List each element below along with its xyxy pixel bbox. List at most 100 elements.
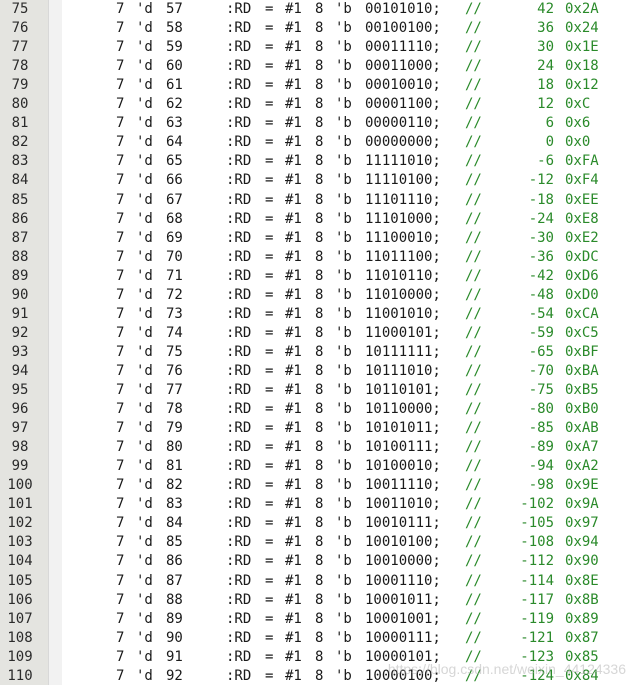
token-d: 'd [136, 572, 153, 589]
code-line[interactable]: 93 7 'd 75:RD = #1 8 'b 10111111; // -65 0xBF [0, 343, 636, 362]
comment-hex: 0x9E [565, 477, 599, 494]
code-line[interactable]: 91 7 'd 73:RD = #1 8 'b 11001010; // -54 0xCA [0, 305, 636, 324]
code-line[interactable]: 80 7 'd 62:RD = #1 8 'b 00001100; // 12 0xC [0, 95, 636, 114]
token-d: 'd [136, 77, 153, 94]
line-number: 99 [11, 458, 29, 475]
token-cm: // [465, 210, 482, 227]
token-d: 'd [136, 153, 153, 170]
line-number: 84 [11, 172, 29, 189]
code-line[interactable]: 82 7 'd 64:RD = #1 8 'b 00000000; // 0 0x0 [0, 133, 636, 152]
token-eq: = [265, 439, 274, 456]
code-line[interactable]: 109 7 'd 91:RD = #1 8 'b 10000101; // -123 0x85 [0, 648, 636, 667]
token-d: 'd [136, 134, 153, 151]
token-b: 'b [335, 153, 352, 170]
code-line[interactable]: 102 7 'd 84:RD = #1 8 'b 10010111; // -105 0x97 [0, 514, 636, 533]
token-w: 7 [116, 96, 125, 113]
line-number: 106 [7, 591, 33, 608]
token-cyc: #1 [285, 477, 302, 494]
code-line[interactable]: 83 7 'd 65:RD = #1 8 'b 11111010; // -6 0xFA [0, 152, 636, 171]
code-line[interactable]: 97 7 'd 79:RD = #1 8 'b 10101011; // -85 0xAB [0, 419, 636, 438]
code-line[interactable]: 99 7 'd 81:RD = #1 8 'b 10100010; // -94 0xA2 [0, 457, 636, 476]
comment-decimal: -65 [528, 343, 554, 360]
token-eq: = [265, 343, 274, 360]
token-b: 'b [335, 534, 352, 551]
code-line[interactable]: 95 7 'd 77:RD = #1 8 'b 10110101; // -75 0xB5 [0, 381, 636, 400]
token-d: 'd [136, 267, 153, 284]
code-line[interactable]: 77 7'd 59:RD = #1 8'b 00011110;//30 0x1E [0, 38, 636, 57]
token-b: 'b [335, 20, 352, 37]
code-line[interactable]: 75 7 'd 57:RD = #1 8 'b 00101010; // 42 0x2A [0, 0, 636, 19]
code-line[interactable]: 92 7 'd 74:RD = #1 8 'b 11000101; // -59 0xC5 [0, 324, 636, 343]
code-line[interactable]: 84 7 'd 66:RD = #1 8 'b 11110100; // -12 0xF4 [0, 171, 636, 190]
comment-decimal: 6 [545, 115, 554, 132]
line-number: 94 [11, 362, 29, 379]
code-line[interactable]: 104 7 'd 86:RD = #1 8 'b 10010000; // -112 0x90 [0, 552, 636, 571]
code-line[interactable]: 106 7 'd 88:RD = #1 8 'b 10001011; // -117 0x8B [0, 591, 636, 610]
token-addr: 91 [166, 648, 183, 665]
token-eq: = [265, 324, 274, 341]
code-line[interactable]: 79 7 'd 61:RD = #1 8 'b 00010010; // 18 0x12 [0, 76, 636, 95]
token-addr: 64 [166, 134, 183, 151]
comment-hex: 0x9A [565, 496, 599, 513]
code-line[interactable]: 107 7 'd 89:RD = #1 8 'b 10001001; // -119 0x89 [0, 610, 636, 629]
comment-hex: 0x6 [565, 115, 591, 132]
token-n: 8 [315, 515, 324, 532]
comment-hex: 0xC [565, 96, 591, 113]
token-eq: = [265, 172, 274, 189]
line-number: 78 [11, 58, 29, 75]
code-line[interactable]: 96 7 'd 78:RD = #1 8 'b 10110000; // -80 0xB0 [0, 400, 636, 419]
token-bits: 10010000; [365, 553, 441, 570]
comment-decimal: -112 [520, 553, 554, 570]
token-addr: 79 [166, 420, 183, 437]
token-eq: = [265, 305, 274, 322]
token-bits: 11011100; [365, 248, 441, 265]
code-line[interactable]: 98 7 'd 80:RD = #1 8 'b 10100111; // -89 0xA7 [0, 438, 636, 457]
code-line[interactable]: 76 7 'd 58:RD = #1 8 'b 00100100; // 36 0x24 [0, 19, 636, 38]
token-w: 7 [116, 439, 125, 456]
code-line[interactable]: 105 7 'd 87:RD = #1 8 'b 10001110; // -114 0x8E [0, 572, 636, 591]
code-line[interactable]: 94 7 'd 76:RD = #1 8 'b 10111010; // -70 0xBA [0, 362, 636, 381]
code-line[interactable]: 85 7 'd 67:RD = #1 8 'b 11101110; // -18 0xEE [0, 191, 636, 210]
code-line[interactable]: 81 7 'd 63:RD = #1 8 'b 00000110; // 6 0x6 [0, 114, 636, 133]
token-addr: 86 [166, 553, 183, 570]
token-d: 'd [136, 248, 153, 265]
token-bits: 00010010; [365, 77, 441, 94]
code-line[interactable]: 89 7 'd 71:RD = #1 8 'b 11010110; // -42 0xD6 [0, 267, 636, 286]
token-b: 'b [335, 267, 352, 284]
line-number: 76 [11, 20, 29, 37]
token-eq: = [265, 515, 274, 532]
code-line[interactable]: 87 7 'd 69:RD = #1 8 'b 11100010; // -30 0xE2 [0, 229, 636, 248]
comment-decimal: -89 [528, 439, 554, 456]
code-line[interactable]: 90 7 'd 72:RD = #1 8 'b 11010000; // -48 0xD0 [0, 286, 636, 305]
token-lbl: :RD [226, 515, 252, 532]
code-line[interactable]: 78 7 'd 60:RD = #1 8 'b 00011000; // 24 0x18 [0, 57, 636, 76]
code-line[interactable]: 88 7 'd 70:RD = #1 8 'b 11011100; // -36 0xDC [0, 248, 636, 267]
token-w: 7 [116, 248, 125, 265]
comment-hex: 0xD0 [565, 286, 599, 303]
token-cm: // [465, 343, 482, 360]
token-cm: // [465, 324, 482, 341]
comment-hex: 0x90 [565, 553, 599, 570]
code-line[interactable]: 100 7 'd 82:RD = #1 8 'b 10011110; // -98 0x9E [0, 476, 636, 495]
token-w: 7 [116, 39, 125, 56]
code-line[interactable]: 101 7 'd 83:RD = #1 8 'b 10011010; // -102 0x9A [0, 495, 636, 514]
code-line[interactable]: 103 7 'd 85:RD = #1 8 'b 10010100; // -108 0x94 [0, 533, 636, 552]
token-cm: // [465, 153, 482, 170]
token-bits: 10000101; [365, 648, 441, 665]
token-b: 'b [335, 420, 352, 437]
comment-decimal: -123 [520, 648, 554, 665]
token-b: 'b [335, 439, 352, 456]
token-addr: 84 [166, 515, 183, 532]
token-eq: = [265, 210, 274, 227]
token-eq: = [265, 115, 274, 132]
code-line[interactable]: 86 7 'd 68:RD = #1 8 'b 11101000; // -24 0xE8 [0, 210, 636, 229]
comment-hex: 0xE2 [565, 229, 599, 246]
code-line[interactable]: 108 7 'd 90:RD = #1 8 'b 10000111; // -121 0x87 [0, 629, 636, 648]
code-line[interactable]: 110 7 'd 92:RD = #1 8 'b 10000100; // -124 0x84 [0, 667, 636, 686]
token-lbl: :RD [226, 1, 252, 17]
token-d: 'd [136, 439, 153, 456]
token-eq: = [265, 591, 274, 608]
token-w: 7 [116, 1, 125, 17]
token-b: 'b [335, 248, 352, 265]
token-d: 'd [136, 382, 153, 398]
